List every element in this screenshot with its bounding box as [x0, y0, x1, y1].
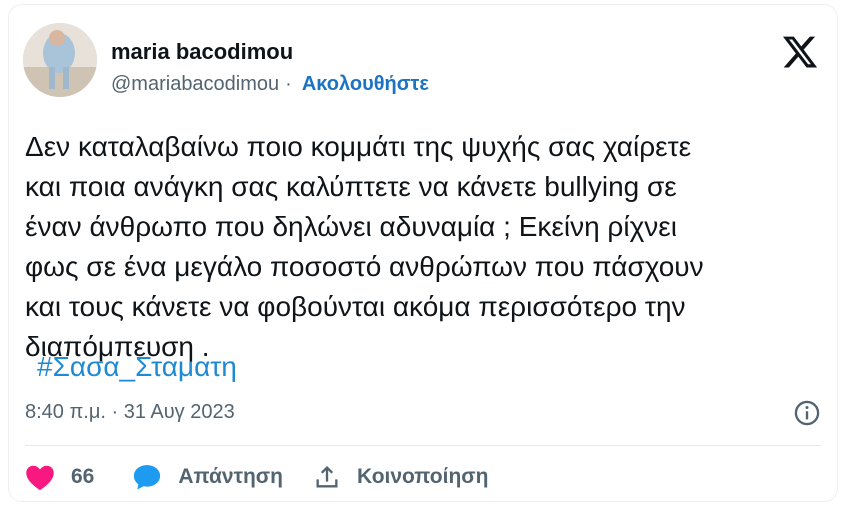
- divider: [25, 445, 821, 446]
- user-handle[interactable]: @mariabacodimou: [111, 73, 279, 95]
- like-button[interactable]: 66: [25, 463, 94, 491]
- action-bar: 66 Απάντηση Κοινοποίηση: [25, 457, 518, 497]
- reply-label: Απάντηση: [178, 465, 284, 488]
- info-icon[interactable]: [793, 399, 821, 427]
- x-logo-icon[interactable]: [781, 33, 819, 71]
- share-button[interactable]: Κοινοποίηση: [313, 463, 488, 491]
- heart-icon: [26, 465, 54, 491]
- separator-dot: ·: [285, 73, 292, 95]
- handle-row: @mariabacodimou · Ακολουθήστε: [111, 73, 429, 96]
- like-count: 66: [71, 465, 95, 488]
- speech-bubble-icon: [134, 465, 161, 490]
- display-name[interactable]: maria bacodimou: [111, 39, 293, 65]
- tweet-timestamp[interactable]: 8:40 π.μ. · 31 Αυγ 2023: [25, 401, 235, 424]
- share-icon: [316, 466, 338, 488]
- avatar-image: [23, 23, 97, 97]
- follow-link[interactable]: Ακολουθήστε: [302, 73, 429, 95]
- share-label: Κοινοποίηση: [357, 465, 489, 488]
- avatar[interactable]: [23, 23, 97, 97]
- hashtag-link[interactable]: #Σασα_Σταματη: [37, 351, 237, 383]
- reply-button[interactable]: Απάντηση: [132, 463, 283, 491]
- tweet-text: Δεν καταλαβαίνω ποιο κομμάτι της ψυχής σ…: [25, 131, 704, 362]
- tweet-card: maria bacodimou @mariabacodimou · Ακολουθή…: [8, 4, 838, 502]
